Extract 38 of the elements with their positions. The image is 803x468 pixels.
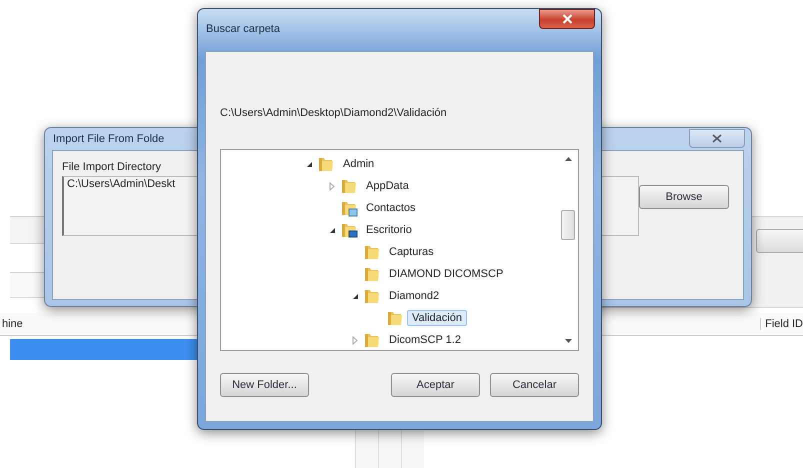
column-header: Field ID (760, 318, 803, 330)
folder-icon (363, 331, 381, 349)
folder-path: C:\Users\Admin\Desktop\Diamond2\Validación (220, 107, 448, 119)
dialog-button[interactable]: New Folder... (220, 373, 309, 397)
desktop-folder-icon (340, 221, 358, 239)
scroll-up-icon[interactable] (564, 157, 572, 161)
scroll-down-icon[interactable] (564, 339, 572, 343)
expanded-arrow-icon[interactable] (328, 226, 336, 234)
tree-item[interactable]: DIAMOND DICOMSCP (384, 266, 508, 282)
folder-icon (340, 177, 358, 195)
close-button[interactable] (539, 9, 595, 29)
expanded-arrow-icon[interactable] (306, 160, 312, 168)
tree-item[interactable]: Diamond2 (384, 288, 444, 304)
tree-item[interactable]: Validación (407, 310, 467, 326)
folder-icon (363, 265, 381, 283)
folder-icon (317, 155, 335, 173)
tree-item[interactable]: Contactos (361, 200, 421, 216)
tree-item[interactable]: DicomSCP 1.2 (384, 332, 466, 348)
close-icon (712, 134, 722, 142)
contacts-folder-icon (340, 199, 358, 217)
dialog-button[interactable]: Aceptar (391, 373, 480, 397)
dialog-button[interactable]: Cancelar (490, 373, 579, 397)
browse-button[interactable]: Browse (639, 185, 729, 209)
tree-item[interactable]: Admin (338, 156, 380, 172)
tree-item[interactable]: AppData (361, 178, 414, 194)
close-icon (562, 14, 572, 24)
expanded-arrow-icon[interactable] (352, 292, 358, 300)
scroll-thumb[interactable] (561, 210, 575, 240)
tree-item[interactable]: Capturas (384, 244, 439, 260)
group-label: File Import Directory (62, 161, 162, 173)
folder-icon (386, 309, 404, 327)
window-title: Import File From Folde (53, 133, 164, 145)
folder-icon (363, 287, 381, 305)
folder-icon (363, 243, 381, 261)
close-button[interactable] (689, 128, 745, 148)
column-header: hine (1, 318, 23, 330)
tree-item[interactable]: Escritorio (361, 222, 417, 238)
window-title: Buscar carpeta (206, 22, 280, 35)
